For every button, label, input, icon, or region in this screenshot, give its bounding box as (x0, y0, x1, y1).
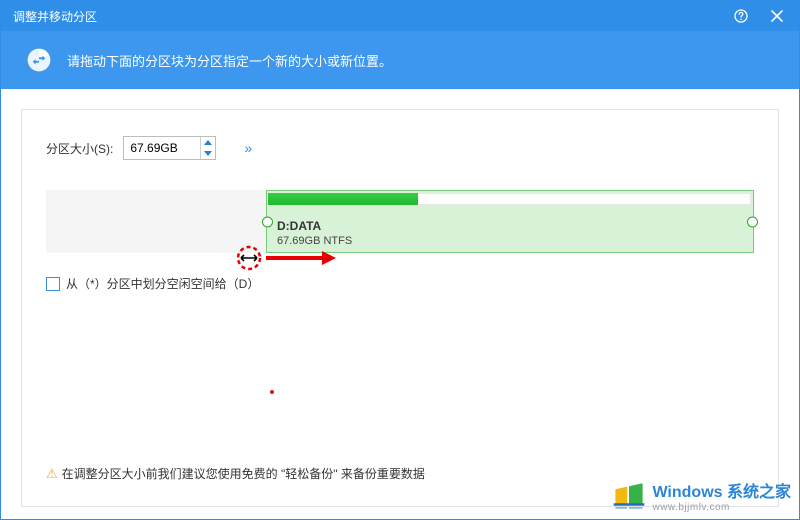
watermark: Windows 系统之家 www.bjjmlv.com (612, 478, 791, 513)
allocate-row: 从（*）分区中划分空闲空间给（D） (46, 275, 754, 292)
instruction-banner: 请拖动下面的分区块为分区指定一个新的大小或新位置。 (1, 31, 799, 89)
help-icon (734, 9, 748, 23)
resize-handle-right[interactable] (747, 216, 758, 227)
spinner-up-icon[interactable] (201, 137, 215, 148)
watermark-title: Windows 系统之家 (652, 478, 791, 502)
partition-info: 67.69GB NTFS (277, 235, 352, 247)
partition-icon (25, 46, 53, 74)
help-button[interactable] (723, 1, 759, 31)
partition-name: D:DATA (277, 219, 321, 233)
instruction-text: 请拖动下面的分区块为分区指定一个新的大小或新位置。 (67, 51, 392, 70)
spinner-down-icon[interactable] (201, 148, 215, 159)
size-label: 分区大小(S): (46, 140, 113, 157)
expand-toggle[interactable]: » (244, 140, 248, 156)
windows-logo-icon (612, 479, 646, 513)
title-bar: 调整并移动分区 (1, 1, 799, 31)
backup-warning: ⚠ 在调整分区大小前我们建议您使用免费的 "轻松备份" 来备份重要数据 (46, 465, 425, 482)
close-icon (771, 10, 783, 22)
window-title: 调整并移动分区 (13, 8, 723, 25)
annotation-dot (270, 390, 274, 394)
partition-block[interactable]: D:DATA 67.69GB NTFS (266, 190, 754, 253)
allocate-checkbox[interactable] (46, 277, 60, 291)
size-spinner[interactable] (200, 137, 215, 159)
watermark-text: Windows 系统之家 www.bjjmlv.com (652, 478, 791, 513)
close-button[interactable] (759, 1, 795, 31)
watermark-url: www.bjjmlv.com (652, 502, 791, 513)
warning-icon: ⚠ (46, 466, 58, 482)
size-row: 分区大小(S): » (46, 136, 754, 160)
size-input[interactable] (124, 138, 200, 158)
partition-used-segment (268, 193, 418, 205)
warning-text: 在调整分区大小前我们建议您使用免费的 "轻松备份" 来备份重要数据 (62, 465, 425, 482)
partition-bar[interactable]: D:DATA 67.69GB NTFS (46, 190, 754, 253)
dialog-window: 调整并移动分区 请拖动下面的分区块为分区指定一个新的大小或新位置。 分区大小(S… (0, 0, 800, 520)
partition-free-segment (418, 193, 751, 205)
content-panel: 分区大小(S): » D:DATA 67.69GB NTFS (21, 109, 779, 507)
allocate-label: 从（*）分区中划分空闲空间给（D） (66, 275, 259, 292)
size-input-combo[interactable] (123, 136, 216, 160)
resize-handle-left[interactable] (262, 216, 273, 227)
